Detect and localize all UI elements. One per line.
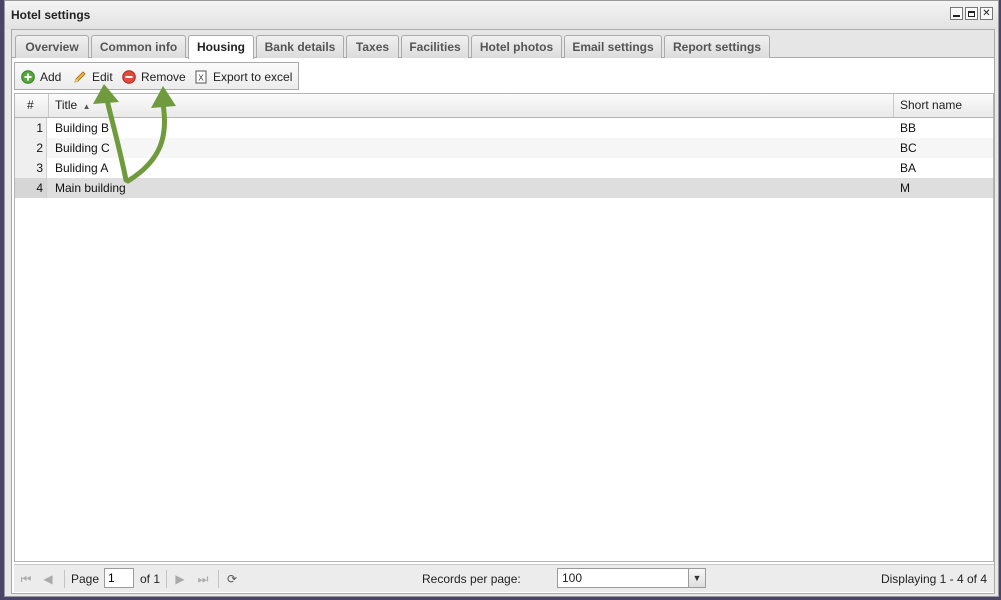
sort-ascending-icon: ▲ — [82, 102, 91, 111]
column-header-number[interactable]: # — [15, 94, 49, 117]
add-icon — [21, 70, 35, 84]
first-page-icon[interactable]: ⏮ — [18, 571, 34, 587]
next-page-icon[interactable]: ▶ — [172, 571, 188, 587]
records-per-page-select[interactable]: 100 ▼ — [557, 568, 706, 588]
previous-page-icon[interactable]: ◀ — [40, 571, 56, 587]
row-title: Buliding A — [55, 161, 109, 175]
tab-overview[interactable]: Overview — [15, 35, 89, 58]
hotel-settings-window: Hotel settings ✕ Overview Common info Ho… — [4, 0, 999, 597]
edit-button[interactable]: Edit — [73, 69, 113, 85]
remove-icon — [122, 70, 136, 84]
pager-separator — [166, 570, 167, 588]
row-number: 3 — [15, 158, 47, 178]
housing-grid: # Title ▲ Short name 1 Building B BB 2 B… — [14, 93, 994, 562]
refresh-icon[interactable]: ⟳ — [224, 571, 240, 587]
tab-hotel-photos[interactable]: Hotel photos — [471, 35, 562, 58]
table-row-selected[interactable]: 4 Main building M — [15, 178, 993, 198]
add-button[interactable]: Add — [21, 69, 61, 85]
page-count-label: of 1 — [140, 572, 161, 586]
row-title: Main building — [55, 181, 126, 195]
tab-taxes[interactable]: Taxes — [346, 35, 399, 58]
table-row[interactable]: 2 Building C BC — [15, 138, 993, 158]
window-titlebar[interactable]: Hotel settings ✕ — [5, 1, 998, 29]
column-header-title-label: Title — [55, 98, 78, 112]
column-header-short-name[interactable]: Short name — [894, 94, 993, 117]
column-header-title[interactable]: Title ▲ — [49, 94, 894, 117]
tab-bank-details[interactable]: Bank details — [256, 35, 344, 58]
row-title: Building C — [55, 141, 110, 155]
pencil-icon — [74, 71, 86, 83]
svg-text:X: X — [198, 74, 204, 83]
close-icon[interactable]: ✕ — [980, 7, 993, 20]
remove-button[interactable]: Remove — [122, 69, 186, 85]
minimize-icon[interactable] — [950, 7, 963, 20]
add-label: Add — [40, 70, 62, 84]
row-title: Building B — [55, 121, 110, 135]
grid-header: # Title ▲ Short name — [15, 94, 993, 118]
row-number: 1 — [15, 118, 47, 138]
pager-separator — [64, 570, 65, 588]
tab-bar: Overview Common info Housing Bank detail… — [12, 30, 994, 59]
table-row[interactable]: 3 Buliding A BA — [15, 158, 993, 178]
grid-toolbar: Add Edit Remove X Export to excel — [14, 62, 299, 90]
displaying-status: Displaying 1 - 4 of 4 — [880, 572, 987, 586]
remove-label: Remove — [141, 70, 186, 84]
tab-housing[interactable]: Housing — [188, 35, 254, 59]
export-label: Export to excel — [213, 70, 293, 84]
row-short-name: BC — [900, 141, 917, 155]
row-number: 4 — [15, 178, 47, 198]
tab-email-settings[interactable]: Email settings — [564, 35, 662, 58]
row-short-name: M — [900, 181, 910, 195]
pager-separator — [218, 570, 219, 588]
export-excel-button[interactable]: X Export to excel — [194, 69, 292, 85]
edit-label: Edit — [92, 70, 113, 84]
page-label: Page — [71, 572, 100, 586]
table-row[interactable]: 1 Building B BB — [15, 118, 993, 138]
row-short-name: BA — [900, 161, 917, 175]
page-number-input[interactable] — [104, 568, 134, 588]
tab-report-settings[interactable]: Report settings — [664, 35, 770, 58]
maximize-icon[interactable] — [965, 7, 978, 20]
records-per-page-label: Records per page: — [422, 572, 521, 586]
window-title: Hotel settings — [11, 8, 91, 22]
row-number: 2 — [15, 138, 47, 158]
excel-icon: X — [195, 70, 207, 84]
grid-pager: ⏮ ◀ Page of 1 ▶ ⏭ ⟳ Records per page: 10… — [14, 564, 994, 592]
settings-panel: Overview Common info Housing Bank detail… — [11, 29, 995, 594]
chevron-down-icon[interactable]: ▼ — [688, 569, 705, 587]
row-short-name: BB — [900, 121, 917, 135]
tab-common-info[interactable]: Common info — [91, 35, 186, 58]
records-per-page-value: 100 — [562, 571, 583, 585]
last-page-icon[interactable]: ⏭ — [195, 571, 211, 587]
tab-facilities[interactable]: Facilities — [401, 35, 469, 58]
